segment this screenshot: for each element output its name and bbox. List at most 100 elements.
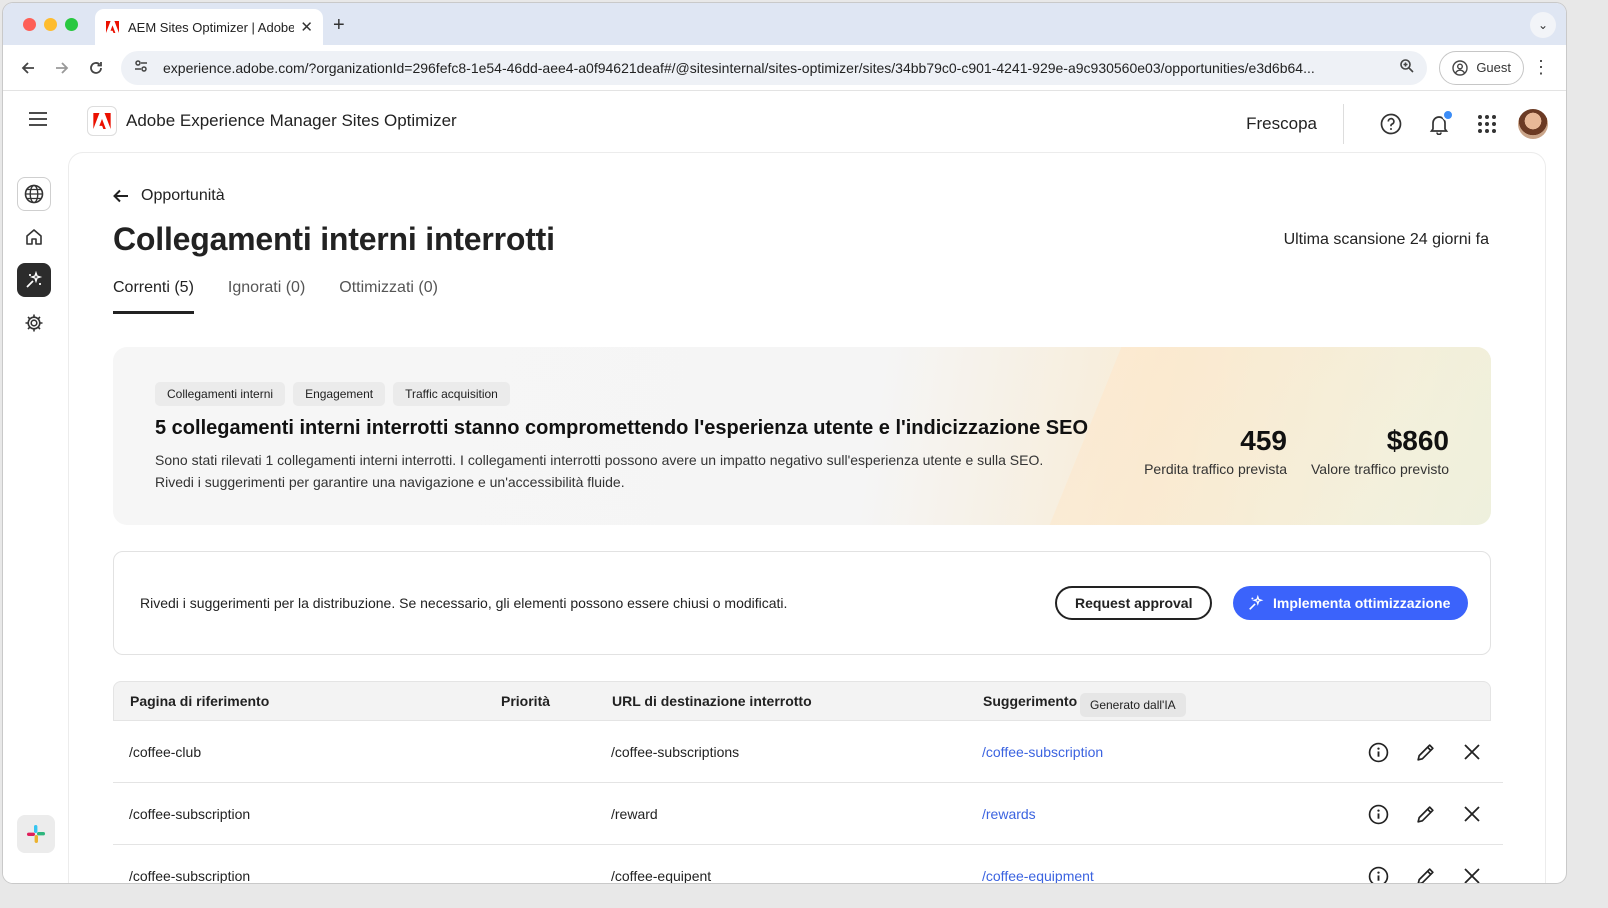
chip-engagement: Engagement bbox=[293, 382, 386, 406]
broken-url-cell: /coffee-equipent bbox=[611, 868, 712, 883]
broken-url-cell: /reward bbox=[611, 806, 658, 822]
referrer-cell: /coffee-subscription bbox=[129, 806, 251, 822]
deploy-label: Implementa ottimizzazione bbox=[1273, 595, 1451, 611]
deploy-optimization-button[interactable]: Implementa ottimizzazione bbox=[1233, 586, 1469, 620]
window-controls bbox=[23, 18, 78, 31]
browser-tab[interactable]: AEM Sites Optimizer | Adobe ✕ bbox=[95, 9, 323, 45]
tab-current[interactable]: Correnti (5) bbox=[113, 279, 194, 314]
row-actions bbox=[1365, 863, 1485, 883]
tab-ignored[interactable]: Ignorati (0) bbox=[228, 279, 305, 314]
browser-window: AEM Sites Optimizer | Adobe ✕ + ⌄ experi… bbox=[3, 3, 1566, 883]
table-row: /coffee-club /coffee-subscriptions /coff… bbox=[113, 721, 1503, 783]
site-settings-icon[interactable] bbox=[133, 58, 149, 77]
forward-button[interactable] bbox=[45, 51, 79, 85]
request-approval-button[interactable]: Request approval bbox=[1055, 586, 1213, 620]
referrer-cell: /coffee-subscription bbox=[129, 868, 251, 883]
settings-gear-icon[interactable] bbox=[17, 306, 51, 340]
edit-pencil-icon[interactable] bbox=[1412, 801, 1438, 827]
suggestion-link[interactable]: /coffee-subscription bbox=[982, 744, 1103, 760]
col-referrer[interactable]: Pagina di riferimento bbox=[130, 693, 269, 709]
app-switcher-grid-icon[interactable] bbox=[1470, 107, 1504, 141]
sparkle-icon bbox=[1249, 594, 1264, 610]
arrow-left-icon bbox=[113, 189, 128, 203]
chip-internal-links: Collegamenti interni bbox=[155, 382, 286, 406]
address-bar[interactable]: experience.adobe.com/?organizationId=296… bbox=[121, 50, 1428, 85]
summary-title: 5 collegamenti interni interrotti stanno… bbox=[155, 417, 1089, 439]
maximize-window-button[interactable] bbox=[65, 18, 78, 31]
table-row: /coffee-subscription /coffee-equipent /c… bbox=[113, 845, 1503, 883]
sites-globe-icon[interactable] bbox=[17, 177, 51, 211]
tab-strip: AEM Sites Optimizer | Adobe ✕ + ⌄ bbox=[3, 3, 1566, 45]
browser-toolbar: experience.adobe.com/?organizationId=296… bbox=[3, 45, 1566, 91]
col-suggestion[interactable]: Suggerimento bbox=[983, 693, 1077, 709]
main-content: Opportunità Collegamenti interni interro… bbox=[69, 153, 1545, 883]
close-tab-icon[interactable]: ✕ bbox=[300, 18, 313, 36]
metric-traffic-value: $860 Valore traffico previsto bbox=[1311, 425, 1449, 477]
user-avatar[interactable] bbox=[1518, 109, 1548, 139]
edit-pencil-icon[interactable] bbox=[1412, 863, 1438, 883]
suggestions-table: Pagina di riferimento Priorità URL di de… bbox=[113, 681, 1503, 883]
browser-menu-icon[interactable]: ⋮ bbox=[1524, 57, 1558, 78]
slack-icon[interactable] bbox=[17, 815, 55, 853]
row-actions bbox=[1365, 739, 1485, 765]
metric-traffic-loss: 459 Perdita traffico prevista bbox=[1144, 425, 1287, 477]
summary-description: Sono stati rilevati 1 collegamenti inter… bbox=[155, 452, 1044, 490]
table-header: Pagina di riferimento Priorità URL di de… bbox=[113, 681, 1491, 721]
tab-search-button[interactable]: ⌄ bbox=[1530, 12, 1556, 38]
deployment-actions: Rivedi i suggerimenti per la distribuzio… bbox=[113, 551, 1491, 655]
info-icon[interactable] bbox=[1365, 863, 1391, 883]
back-button[interactable] bbox=[11, 51, 45, 85]
chip-traffic-acquisition: Traffic acquisition bbox=[393, 382, 510, 406]
back-label: Opportunità bbox=[141, 187, 225, 204]
info-icon[interactable] bbox=[1365, 801, 1391, 827]
org-switcher[interactable]: Frescopa bbox=[1246, 114, 1317, 134]
close-window-button[interactable] bbox=[23, 18, 36, 31]
col-priority[interactable]: Priorità bbox=[501, 693, 550, 709]
opportunity-tabs: Correnti (5) Ignorati (0) Ottimizzati (0… bbox=[113, 279, 438, 314]
opportunities-sparkle-icon[interactable] bbox=[17, 263, 51, 297]
table-row: /coffee-subscription /reward /rewards bbox=[113, 783, 1503, 845]
header-actions: Frescopa bbox=[1246, 104, 1548, 144]
metric-label: Valore traffico previsto bbox=[1311, 461, 1449, 477]
dismiss-close-icon[interactable] bbox=[1459, 739, 1485, 765]
app-name: Adobe Experience Manager Sites Optimizer bbox=[126, 111, 457, 130]
divider bbox=[1343, 104, 1344, 144]
adobe-logo-icon bbox=[87, 106, 117, 136]
notifications-bell-icon[interactable] bbox=[1422, 107, 1456, 141]
col-broken-url[interactable]: URL di destinazione interrotto bbox=[612, 693, 812, 709]
tab-optimized[interactable]: Ottimizzati (0) bbox=[339, 279, 438, 314]
category-chips: Collegamenti interni Engagement Traffic … bbox=[155, 382, 510, 406]
ai-generated-badge: Generato dall'IA bbox=[1080, 693, 1186, 717]
zoom-icon[interactable] bbox=[1399, 58, 1415, 77]
metric-label: Perdita traffico prevista bbox=[1144, 461, 1287, 477]
help-icon[interactable] bbox=[1374, 107, 1408, 141]
new-tab-button[interactable]: + bbox=[333, 14, 345, 37]
opportunity-summary-card: Collegamenti interni Engagement Traffic … bbox=[113, 347, 1491, 525]
notification-badge bbox=[1442, 109, 1454, 121]
dismiss-close-icon[interactable] bbox=[1459, 801, 1485, 827]
suggestion-link[interactable]: /coffee-equipment bbox=[982, 868, 1094, 883]
last-scan-text: Ultima scansione 24 giorni fa bbox=[1283, 231, 1489, 248]
tab-title: AEM Sites Optimizer | Adobe bbox=[128, 19, 295, 35]
app-header: Adobe Experience Manager Sites Optimizer… bbox=[3, 91, 1566, 153]
edit-pencil-icon[interactable] bbox=[1412, 739, 1438, 765]
row-actions bbox=[1365, 801, 1485, 827]
minimize-window-button[interactable] bbox=[44, 18, 57, 31]
referrer-cell: /coffee-club bbox=[129, 744, 202, 760]
suggestion-link[interactable]: /rewards bbox=[982, 806, 1036, 822]
profile-button[interactable]: Guest bbox=[1439, 50, 1524, 85]
metric-value: 459 bbox=[1240, 425, 1287, 456]
url-text: experience.adobe.com/?organizationId=296… bbox=[163, 59, 1315, 76]
info-icon[interactable] bbox=[1365, 739, 1391, 765]
home-icon[interactable] bbox=[17, 220, 51, 254]
hamburger-menu-icon[interactable] bbox=[29, 112, 47, 131]
page-title: Collegamenti interni interrotti bbox=[113, 221, 555, 257]
app-brand[interactable]: Adobe Experience Manager Sites Optimizer bbox=[87, 106, 457, 136]
dismiss-close-icon[interactable] bbox=[1459, 863, 1485, 883]
metric-value: $860 bbox=[1386, 425, 1449, 456]
profile-icon bbox=[1452, 59, 1469, 76]
profile-label: Guest bbox=[1476, 60, 1511, 75]
broken-url-cell: /coffee-subscriptions bbox=[611, 744, 740, 760]
reload-button[interactable] bbox=[79, 51, 113, 85]
back-to-opportunities-link[interactable]: Opportunità bbox=[113, 187, 225, 205]
